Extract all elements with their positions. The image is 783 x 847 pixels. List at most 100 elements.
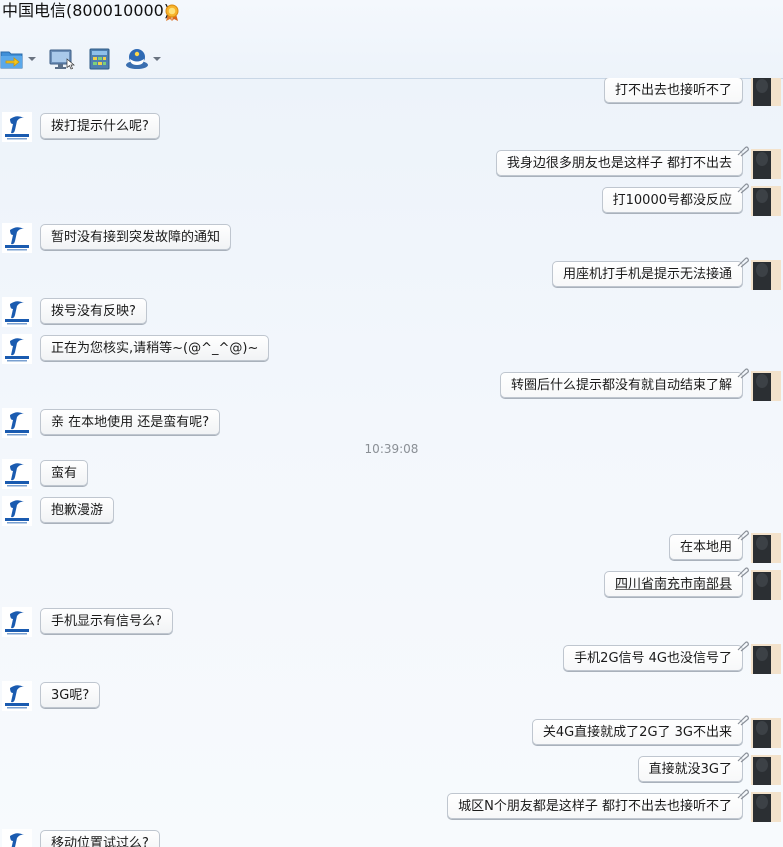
paperclip-icon	[737, 752, 749, 763]
message-text: 我身边很多朋友也是这样子 都打不出去	[506, 156, 732, 171]
paperclip-icon	[737, 789, 749, 800]
message-bubble[interactable]: 我身边很多朋友也是这样子 都打不出去	[495, 146, 749, 176]
user-avatar[interactable]	[751, 371, 781, 401]
message-row: 打10000号都没反应	[0, 183, 783, 216]
message-bubble[interactable]: 打不出去也接听不了	[603, 78, 743, 103]
ct-logo-avatar[interactable]	[2, 223, 32, 253]
user-avatar[interactable]	[751, 186, 781, 216]
message-bubble[interactable]: 城区N个朋友都是这样子 都打不出去也接听不了	[447, 789, 749, 819]
message-row: 直接就没3G了	[0, 752, 783, 785]
message-text: 移动位置试过么?	[51, 836, 149, 847]
service-avatar-icon	[125, 48, 149, 70]
message-bubble[interactable]: 打10000号都没反应	[601, 183, 749, 213]
user-avatar[interactable]	[751, 78, 781, 106]
message-bubble[interactable]: 抱歉漫游	[40, 497, 115, 523]
message-row: 四川省南充市南部县	[0, 567, 783, 600]
message-row: 拨号没有反映?	[0, 297, 783, 327]
paperclip-icon	[737, 715, 749, 726]
medal-badge-icon[interactable]	[164, 4, 180, 26]
message-bubble[interactable]: 拨打提示什么呢?	[40, 113, 160, 139]
message-text: 3G呢?	[51, 688, 90, 703]
ct-logo-avatar[interactable]	[2, 408, 32, 438]
remote-assist-button[interactable]	[49, 48, 75, 70]
message-bubble[interactable]: 3G呢?	[40, 682, 101, 708]
message-row: 拨打提示什么呢?	[0, 112, 783, 142]
message-text: 关4G直接就成了2G了 3G不出来	[542, 725, 732, 740]
message-bubble[interactable]: 直接就没3G了	[637, 752, 749, 782]
message-row: 手机显示有信号么?	[0, 607, 783, 637]
ct-logo-avatar[interactable]	[2, 829, 32, 847]
message-bubble[interactable]: 四川省南充市南部县	[603, 567, 749, 597]
message-bubble[interactable]: 关4G直接就成了2G了 3G不出来	[531, 715, 749, 745]
message-bubble[interactable]: 手机2G信号 4G也没信号了	[563, 641, 749, 671]
user-avatar[interactable]	[751, 792, 781, 822]
message-text: 用座机打手机是提示无法接通	[562, 267, 732, 282]
message-row: 用座机打手机是提示无法接通	[0, 257, 783, 290]
user-avatar[interactable]	[751, 718, 781, 748]
message-bubble[interactable]: 亲 在本地使用 还是蛮有呢?	[40, 409, 221, 435]
message-text: 拨打提示什么呢?	[51, 119, 149, 134]
toolbar	[0, 40, 783, 79]
file-transfer-button[interactable]	[0, 48, 36, 70]
message-row: 移动位置试过么?	[0, 829, 783, 847]
message-row: 关4G直接就成了2G了 3G不出来	[0, 715, 783, 748]
apps-button[interactable]	[89, 48, 110, 70]
ct-logo-avatar[interactable]	[2, 496, 32, 526]
message-row: 在本地用	[0, 530, 783, 563]
message-text: 亲 在本地使用 还是蛮有呢?	[51, 415, 210, 430]
message-text: 在本地用	[679, 540, 732, 555]
paperclip-icon	[737, 146, 749, 157]
timestamp: 10:39:08	[364, 442, 419, 456]
message-bubble[interactable]: 转圈后什么提示都没有就自动结束了解	[499, 368, 749, 398]
chat-history[interactable]: 打不出去也接听不了 拨打提示什么呢? 我身边很多朋友也是这样子 都打不出去 打1…	[0, 78, 783, 847]
user-avatar[interactable]	[751, 644, 781, 674]
user-avatar[interactable]	[751, 570, 781, 600]
message-bubble[interactable]: 手机显示有信号么?	[40, 608, 173, 634]
message-text: 直接就没3G了	[648, 762, 732, 777]
message-row: 抱歉漫游	[0, 496, 783, 526]
user-avatar[interactable]	[751, 149, 781, 179]
chevron-down-icon[interactable]	[153, 57, 161, 61]
user-avatar[interactable]	[751, 260, 781, 290]
message-bubble[interactable]: 正在为您核实,请稍等~(@^_^@)~	[40, 335, 270, 361]
chevron-down-icon[interactable]	[28, 57, 36, 61]
apps-icon	[89, 48, 110, 70]
ct-logo-avatar[interactable]	[2, 112, 32, 142]
message-text: 手机2G信号 4G也没信号了	[574, 651, 732, 666]
message-bubble[interactable]: 蛮有	[40, 460, 89, 486]
paperclip-icon	[737, 368, 749, 379]
service-menu-button[interactable]	[125, 48, 161, 70]
message-row: 手机2G信号 4G也没信号了	[0, 641, 783, 674]
ct-logo-avatar[interactable]	[2, 334, 32, 364]
ct-logo-avatar[interactable]	[2, 607, 32, 637]
message-row: 打不出去也接听不了	[0, 78, 783, 106]
paperclip-icon	[737, 641, 749, 652]
ct-logo-avatar[interactable]	[2, 681, 32, 711]
message-text: 正在为您核实,请稍等~(@^_^@)~	[51, 341, 259, 356]
message-row: 正在为您核实,请稍等~(@^_^@)~	[0, 334, 783, 364]
message-text: 打10000号都没反应	[612, 193, 732, 208]
ct-logo-avatar[interactable]	[2, 297, 32, 327]
user-avatar[interactable]	[751, 755, 781, 785]
message-text: 四川省南充市南部县	[614, 577, 732, 592]
message-row: 转圈后什么提示都没有就自动结束了解	[0, 368, 783, 401]
remote-desktop-icon	[49, 48, 75, 70]
message-bubble[interactable]: 暂时没有接到突发故障的通知	[40, 224, 232, 250]
message-row: 亲 在本地使用 还是蛮有呢?	[0, 408, 783, 438]
user-avatar[interactable]	[751, 533, 781, 563]
message-row: 蛮有	[0, 459, 783, 489]
title-bar: 中国电信(800010000)	[0, 0, 783, 40]
message-text: 手机显示有信号么?	[51, 614, 162, 629]
message-text: 城区N个朋友都是这样子 都打不出去也接听不了	[458, 799, 732, 814]
message-bubble[interactable]: 移动位置试过么?	[40, 830, 160, 847]
paperclip-icon	[737, 530, 749, 541]
message-text: 暂时没有接到突发故障的通知	[51, 230, 221, 245]
message-text: 转圈后什么提示都没有就自动结束了解	[510, 378, 732, 393]
message-row: 我身边很多朋友也是这样子 都打不出去	[0, 146, 783, 179]
message-row: 暂时没有接到突发故障的通知	[0, 223, 783, 253]
message-bubble[interactable]: 拨号没有反映?	[40, 298, 147, 324]
message-bubble[interactable]: 用座机打手机是提示无法接通	[551, 257, 749, 287]
paperclip-icon	[737, 183, 749, 194]
ct-logo-avatar[interactable]	[2, 459, 32, 489]
message-bubble[interactable]: 在本地用	[668, 530, 749, 560]
